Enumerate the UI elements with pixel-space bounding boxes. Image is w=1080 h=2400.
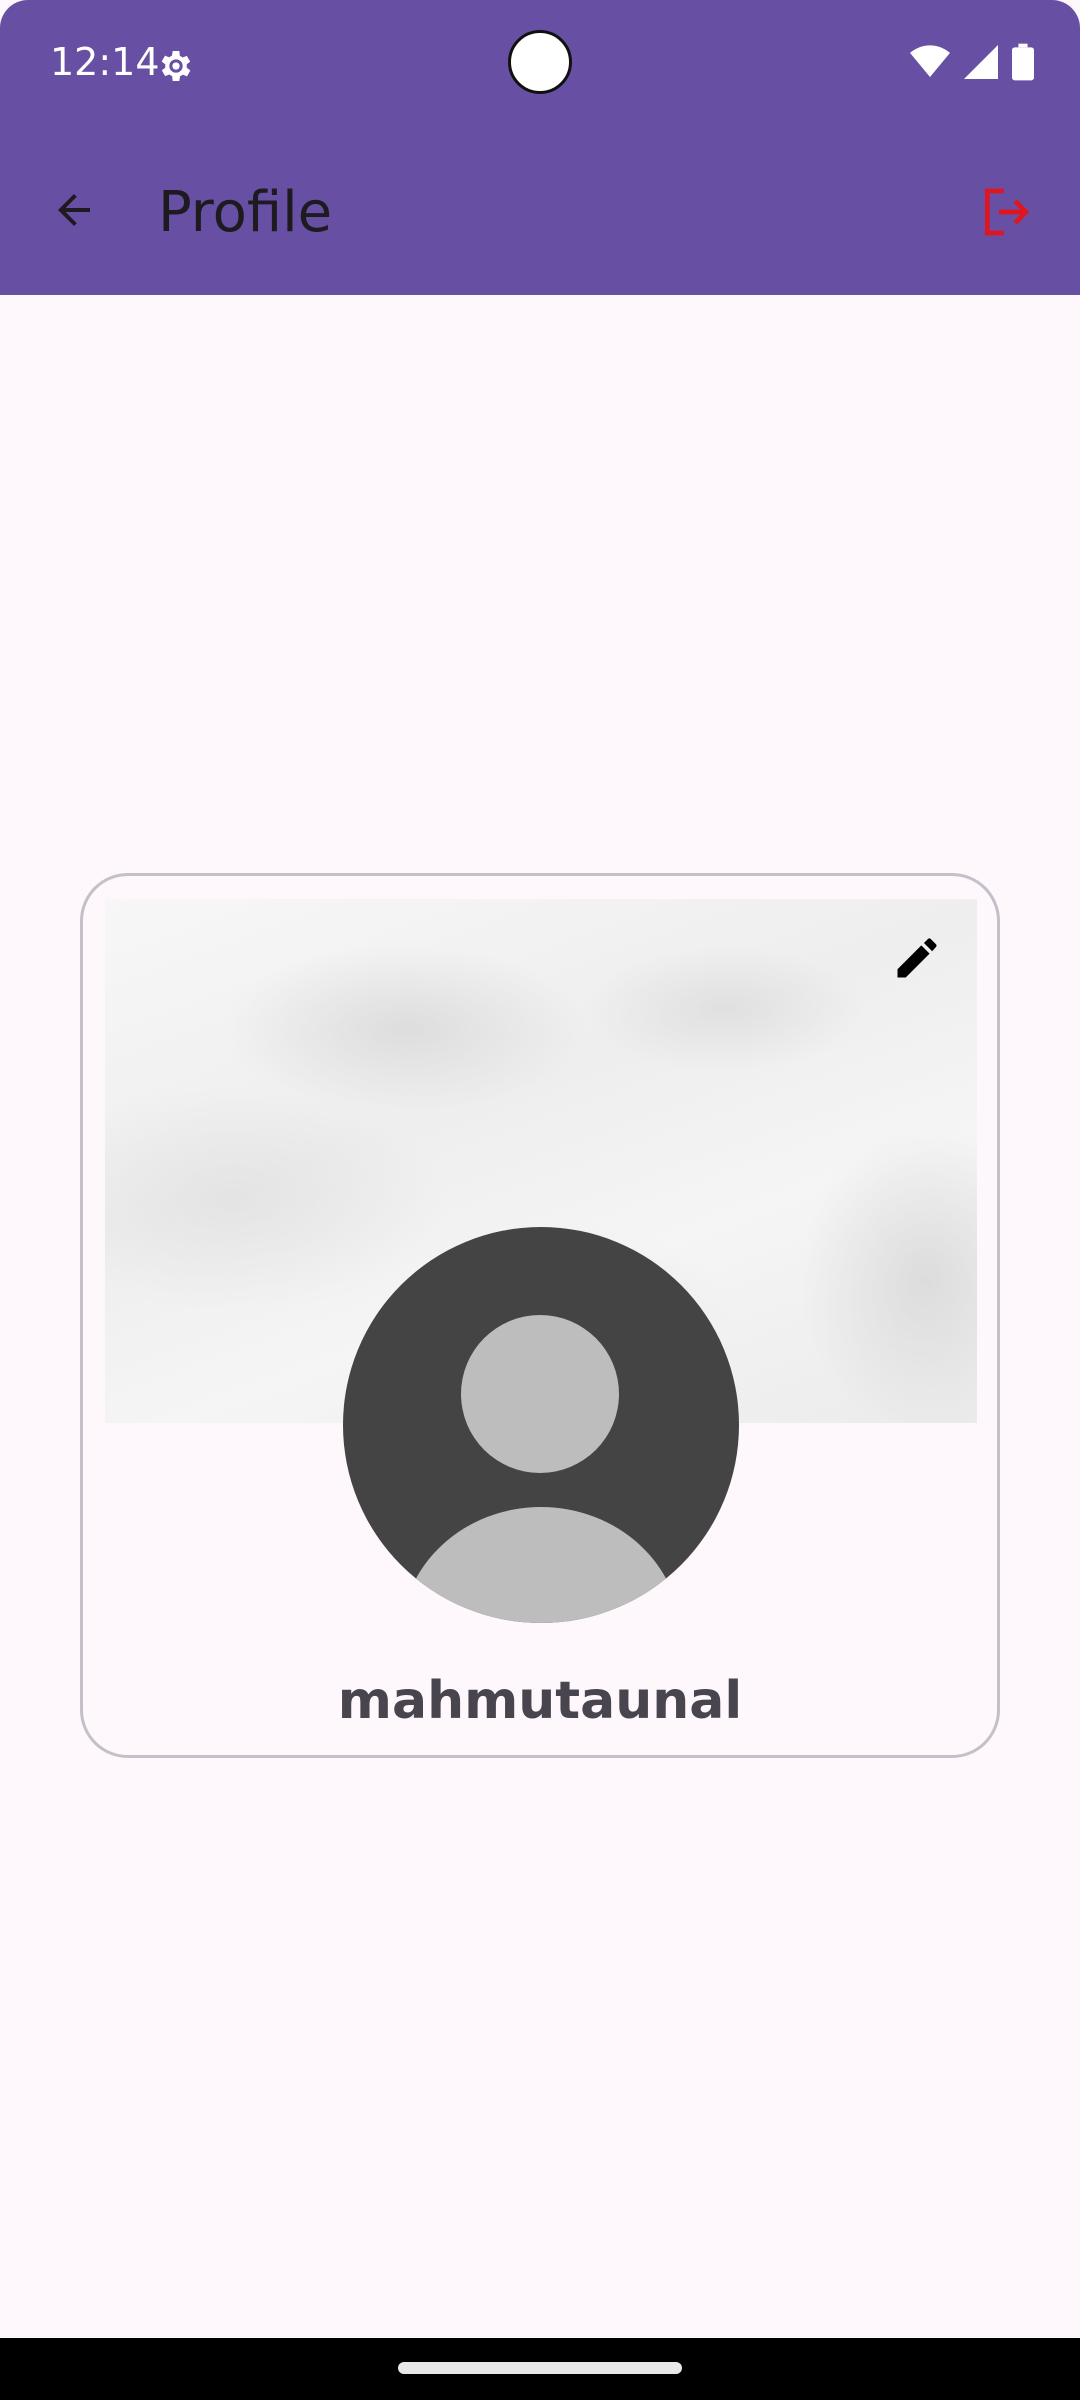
edit-profile-button[interactable] [885,926,949,990]
logout-button[interactable] [968,174,1044,250]
status-bar: 12:14 [0,0,1080,130]
settings-gear-icon [156,46,196,86]
status-time: 12:14 [50,40,160,84]
username: mahmutaunal [337,1671,743,1731]
top-app-bar: Profile [0,130,1080,295]
camera-cutout [508,30,572,94]
logout-icon [985,188,1030,236]
back-button[interactable] [38,174,110,246]
pencil-icon [897,938,937,978]
avatar-body-shape [401,1507,681,1623]
status-icons [910,43,1034,86]
system-navigation-bar [0,2338,1080,2400]
avatar[interactable] [343,1227,739,1623]
arrow-back-icon [58,194,90,226]
cellular-signal-icon [964,44,998,84]
profile-card: mahmutaunal [80,873,1000,1758]
default-avatar-icon [461,1315,619,1473]
wifi-icon [910,44,950,84]
profile-screen: 12:14 Profile mahmutaunal [0,0,1080,2400]
home-gesture-handle[interactable] [398,2362,682,2374]
page-title: Profile [158,180,333,245]
battery-icon [1012,43,1034,86]
